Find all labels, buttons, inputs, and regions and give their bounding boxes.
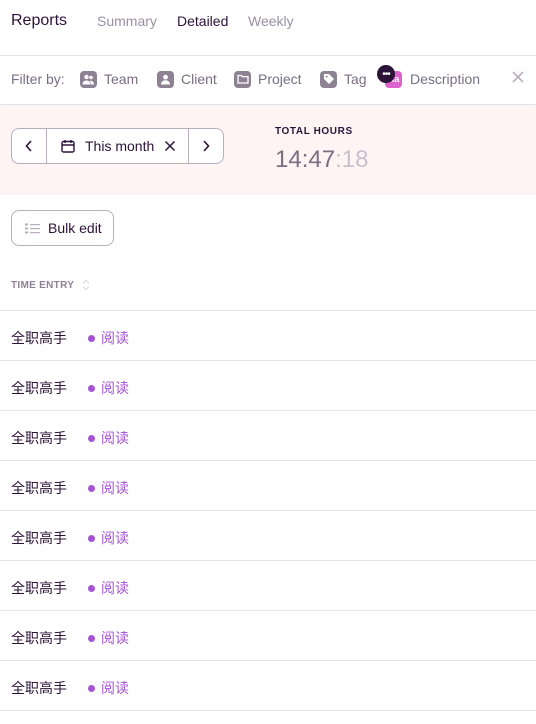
table-header: TIME ENTRY (0, 262, 536, 311)
total-hours-seconds: :18 (335, 146, 369, 173)
filter-bar: Filter by: Team Client Project Tag Aa De… (0, 56, 536, 105)
report-header: Reports Summary Detailed Weekly (0, 0, 536, 56)
filter-client-label: Client (181, 71, 217, 87)
project-label: 阅读 (101, 580, 129, 596)
entry-description[interactable]: 全职高手 (11, 678, 67, 698)
tab-summary[interactable]: Summary (97, 13, 157, 29)
project-label: 阅读 (101, 480, 129, 496)
project-color-dot (88, 534, 95, 542)
bulk-edit-label: Bulk edit (48, 220, 102, 236)
total-hours-value: 14:47:18 (275, 146, 368, 174)
entry-description[interactable]: 全职高手 (11, 328, 67, 348)
project-label: 阅读 (101, 530, 129, 546)
entry-project[interactable]: 阅读 (88, 528, 129, 548)
project-icon (234, 70, 251, 88)
date-range-selector[interactable]: This month (47, 129, 188, 163)
summary-panel: This month TOTAL HOURS 14:47:18 (0, 106, 536, 195)
table-row[interactable]: 全职高手 阅读 (0, 361, 536, 411)
time-entry-column-header: TIME ENTRY (11, 280, 75, 291)
entry-description[interactable]: 全职高手 (11, 478, 67, 498)
entry-project[interactable]: 阅读 (88, 478, 129, 498)
project-label: 阅读 (101, 430, 129, 446)
entry-description[interactable]: 全职高手 (11, 578, 67, 598)
filter-tag[interactable]: Tag (320, 69, 367, 89)
chevron-left-icon (25, 140, 32, 152)
project-color-dot (88, 434, 95, 442)
entry-project[interactable]: 阅读 (88, 428, 129, 448)
entry-description[interactable]: 全职高手 (11, 378, 67, 398)
bulk-edit-button[interactable]: Bulk edit (11, 210, 114, 246)
date-range-label: This month (85, 138, 155, 154)
entry-project[interactable]: 阅读 (88, 328, 129, 348)
table-row[interactable]: 全职高手 阅读 (0, 661, 536, 711)
entry-description[interactable]: 全职高手 (11, 428, 67, 448)
table-row[interactable]: 全职高手 阅读 (0, 561, 536, 611)
close-icon[interactable] (511, 70, 525, 84)
filter-by-label: Filter by: (11, 71, 65, 87)
next-period-button[interactable] (188, 129, 223, 163)
previous-period-button[interactable] (12, 129, 47, 163)
filter-team-label: Team (104, 71, 139, 87)
entry-project[interactable]: 阅读 (88, 378, 129, 398)
table-row[interactable]: 全职高手 阅读 (0, 611, 536, 661)
table-row[interactable]: 全职高手 阅读 (0, 411, 536, 461)
project-label: 阅读 (101, 330, 129, 346)
entry-project[interactable]: 阅读 (88, 678, 129, 698)
filter-project[interactable]: Project (234, 69, 302, 89)
tag-icon (320, 70, 337, 88)
filter-tag-label: Tag (344, 71, 367, 87)
clear-date-icon[interactable] (164, 140, 176, 152)
total-hours-label: TOTAL HOURS (275, 126, 353, 137)
date-range-picker: This month (11, 128, 224, 164)
project-label: 阅读 (101, 380, 129, 396)
entry-project[interactable]: 阅读 (88, 628, 129, 648)
project-color-dot (88, 384, 95, 392)
tab-detailed[interactable]: Detailed (177, 13, 228, 29)
client-icon (157, 70, 174, 88)
chevron-right-icon (203, 140, 210, 152)
project-color-dot (88, 584, 95, 592)
project-label: 阅读 (101, 680, 129, 696)
filter-description[interactable]: Aa Description (385, 69, 480, 89)
tab-weekly[interactable]: Weekly (248, 13, 294, 29)
page-title: Reports (11, 12, 68, 29)
sort-icon[interactable] (82, 279, 90, 291)
filter-client[interactable]: Client (157, 69, 217, 89)
total-hours-main: 14:47 (275, 146, 336, 173)
table-row[interactable]: 全职高手 阅读 (0, 461, 536, 511)
filter-description-label: Description (410, 71, 481, 87)
project-label: 阅读 (101, 630, 129, 646)
more-icon[interactable]: ••• (377, 65, 395, 83)
project-color-dot (88, 634, 95, 642)
entry-description[interactable]: 全职高手 (11, 528, 67, 548)
team-icon (80, 70, 97, 88)
table-row[interactable]: 全职高手 阅读 (0, 311, 536, 361)
entry-description[interactable]: 全职高手 (11, 628, 67, 648)
project-color-dot (88, 684, 95, 692)
calendar-icon (61, 140, 75, 153)
entry-project[interactable]: 阅读 (88, 578, 129, 598)
table-row[interactable]: 全职高手 阅读 (0, 511, 536, 561)
filter-team[interactable]: Team (80, 69, 138, 89)
list-icon (25, 223, 40, 233)
filter-project-label: Project (258, 71, 302, 87)
project-color-dot (88, 334, 95, 342)
project-color-dot (88, 484, 95, 492)
